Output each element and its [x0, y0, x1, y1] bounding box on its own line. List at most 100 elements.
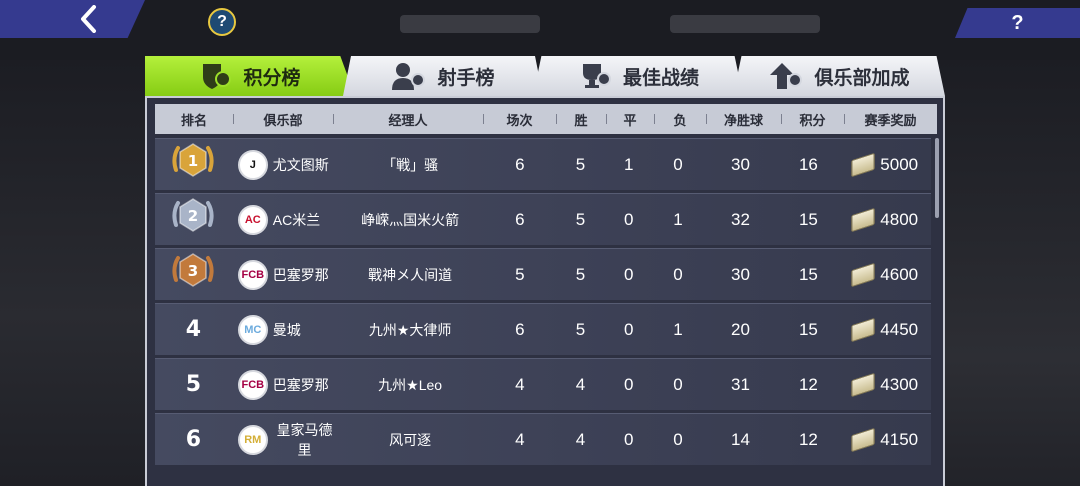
draw-count: 0: [623, 264, 634, 284]
tab-label: 射手榜: [437, 67, 495, 89]
win-count: 4: [575, 374, 586, 394]
goal-difference: 20: [731, 319, 750, 339]
goal-difference: 30: [731, 154, 750, 174]
reward-amount: 4300: [880, 374, 919, 394]
club-name: AC米兰: [272, 211, 321, 228]
chevron-left-icon: [81, 5, 96, 33]
reward-amount: 4450: [880, 319, 919, 339]
tab-bar: 积分榜 射手榜 最佳战绩 俱乐部加成: [145, 56, 945, 96]
draw-count: 0: [623, 209, 634, 229]
loss-count: 1: [673, 209, 683, 229]
standings-list[interactable]: 1 J 尤文图斯 「戦」骚 6 5 1 0 30 16 5000 2 AC AC米兰 峥嵘灬国米火箭 6 5 0 1…: [155, 138, 931, 468]
rank-number: 1: [188, 152, 198, 170]
win-count: 4: [575, 429, 586, 449]
tab-best-record[interactable]: 最佳战绩: [533, 56, 743, 96]
club-logo-icon: J: [237, 149, 268, 180]
rank-cell: 3: [155, 250, 232, 299]
question-mark-icon: ?: [217, 13, 227, 30]
played-count: 4: [515, 429, 525, 449]
trophy-icon: [582, 64, 611, 88]
played-count: 6: [515, 209, 525, 229]
points: 12: [798, 429, 818, 449]
loss-count: 0: [673, 154, 683, 174]
win-count: 5: [575, 209, 586, 229]
rank-number: 4: [185, 317, 202, 342]
points: 15: [798, 264, 818, 284]
background-right: [940, 60, 1080, 486]
played-count: 5: [515, 264, 525, 284]
back-button[interactable]: [0, 0, 145, 38]
cash-icon: [851, 207, 876, 232]
standings-panel: 排名 俱乐部 经理人 场次 胜 平 负 净胜球 积分 赛季奖励 1 J 尤文图斯 「戦…: [145, 96, 945, 486]
scorer-user-icon: [392, 63, 426, 90]
club-cell[interactable]: RM 皇家马德里: [232, 420, 336, 460]
points: 15: [798, 209, 818, 229]
column-header: 净胜球: [706, 110, 781, 129]
club-boost-icon: [770, 63, 803, 89]
column-header: 俱乐部: [233, 110, 333, 129]
tab-club-bonus[interactable]: 俱乐部加成: [733, 56, 945, 96]
rank-number: 5: [185, 372, 202, 397]
points: 15: [798, 319, 818, 339]
rules-help-button[interactable]: ?: [208, 8, 236, 36]
table-row[interactable]: 3 FCB 巴塞罗那 戰神メ人间道 5 5 0 0 30 15 4600: [155, 248, 931, 300]
table-row[interactable]: 6 RM 皇家马德里 风可逐 4 4 0 0 14 12 4150: [155, 413, 931, 465]
table-row[interactable]: 2 AC AC米兰 峥嵘灬国米火箭 6 5 0 1 32 15 4800: [155, 193, 931, 245]
club-name: 皇家马德里: [276, 421, 333, 458]
table-row[interactable]: 5 FCB 巴塞罗那 九州★Leo 4 4 0 0 31 12 4300: [155, 358, 931, 410]
column-header: 积分: [781, 110, 844, 129]
help-button[interactable]: ?: [955, 8, 1080, 38]
manager-name[interactable]: 峥嵘灬国米火箭: [336, 210, 484, 230]
club-logo-icon: FCB: [237, 259, 268, 290]
column-header: 平: [606, 110, 654, 129]
question-mark-icon: ?: [1011, 11, 1024, 34]
column-header: 胜: [556, 110, 606, 129]
table-row[interactable]: 4 MC 曼城 九州★大律师 6 5 0 1 20 15 4450: [155, 303, 931, 355]
draw-count: 0: [623, 319, 634, 339]
scrollbar[interactable]: [935, 138, 939, 218]
points: 16: [798, 154, 818, 174]
club-cell[interactable]: FCB 巴塞罗那: [232, 369, 336, 400]
tab-standings[interactable]: 积分榜: [145, 56, 355, 96]
background-blur: [400, 15, 540, 33]
season-reward: 5000: [839, 152, 931, 177]
manager-name[interactable]: 九州★大律师: [336, 320, 484, 340]
background-blur: [670, 15, 820, 33]
rank-cell: 6: [155, 427, 232, 452]
manager-name[interactable]: 九州★Leo: [336, 375, 484, 395]
goal-difference: 32: [731, 209, 750, 229]
rank-number: 2: [188, 207, 198, 225]
season-reward: 4300: [839, 372, 931, 397]
cash-icon: [851, 317, 876, 342]
manager-name[interactable]: 「戦」骚: [336, 155, 484, 175]
season-reward: 4800: [839, 207, 931, 232]
rank-number: 6: [185, 427, 202, 452]
column-header: 排名: [180, 112, 207, 128]
rank-medal-icon: 1: [172, 143, 214, 177]
manager-name[interactable]: 风可逐: [336, 430, 484, 450]
column-header: 赛季奖励: [844, 110, 937, 129]
cash-icon: [851, 152, 876, 177]
club-cell[interactable]: AC AC米兰: [232, 204, 336, 235]
club-cell[interactable]: J 尤文图斯: [232, 149, 336, 180]
rank-cell: 2: [155, 195, 232, 244]
manager-name[interactable]: 戰神メ人间道: [336, 265, 484, 285]
column-header: 场次: [483, 110, 556, 129]
rank-cell: 1: [155, 140, 232, 189]
season-reward: 4600: [839, 262, 931, 287]
loss-count: 0: [673, 264, 683, 284]
loss-count: 0: [673, 429, 683, 449]
tab-top-scorers[interactable]: 射手榜: [343, 56, 543, 96]
table-row[interactable]: 1 J 尤文图斯 「戦」骚 6 5 1 0 30 16 5000: [155, 138, 931, 190]
points: 12: [798, 374, 818, 394]
column-header: 经理人: [333, 110, 483, 129]
club-cell[interactable]: MC 曼城: [232, 314, 336, 345]
win-count: 5: [575, 264, 586, 284]
background-left: [0, 60, 150, 486]
season-reward: 4450: [839, 317, 931, 342]
club-cell[interactable]: FCB 巴塞罗那: [232, 259, 336, 290]
reward-amount: 4150: [880, 429, 919, 449]
goal-difference: 14: [731, 429, 750, 449]
rank-number: 3: [188, 262, 198, 280]
loss-count: 1: [673, 319, 683, 339]
